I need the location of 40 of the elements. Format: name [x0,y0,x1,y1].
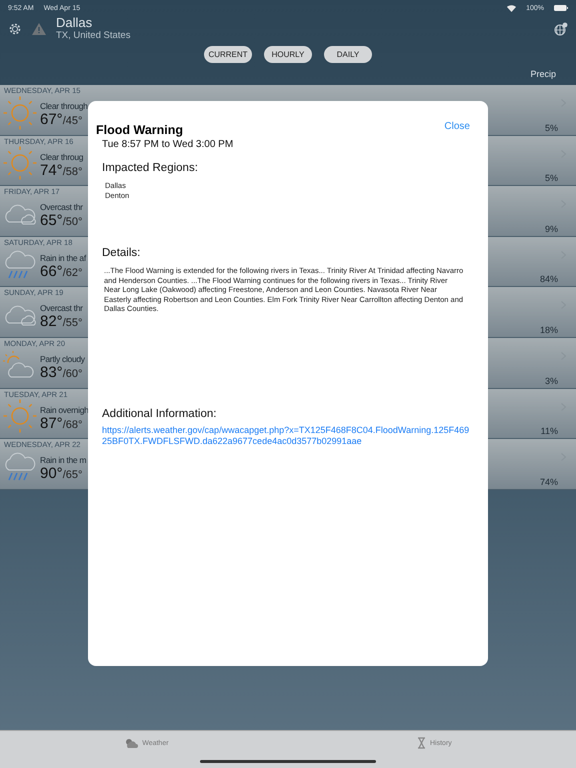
low-temp: /65° [62,469,82,482]
precip-value: 11% [540,426,558,436]
section-heading: Additional Information: [102,408,218,420]
low-temp: /45° [62,115,82,127]
precip-header: Precip [530,68,557,81]
high-temp: 82° [40,313,63,330]
low-temp: /62° [62,266,82,279]
high-temp: 66° [40,262,63,280]
high-temp: 74° [40,162,63,179]
alert-period: Tue 8:57 PM to Wed 3:00 PM [102,139,234,150]
low-temp: /50° [62,216,82,228]
precip-value: 74% [540,476,558,487]
low-temp: /60° [62,368,82,380]
day-summary: Rain in the m [40,455,86,466]
section-heading: Impacted Regions: [102,162,199,174]
day-summary: Overcast thr [40,202,83,212]
low-temp: /68° [62,418,82,431]
high-temp: 87° [40,414,63,432]
precip-value: 84% [540,274,558,284]
high-temp: 67° [40,111,63,128]
high-temp: 83° [40,364,63,381]
precip-value: 9% [544,224,558,234]
day-summary: Overcast thr [40,303,83,314]
precip-value: 3% [544,376,558,386]
day-summary: Clear through [40,101,88,111]
precip-value: 18% [540,324,558,335]
high-temp: 65° [40,212,63,230]
precip-value: 5% [544,173,558,184]
low-temp: /55° [62,317,82,330]
day-summary: Partly cloudy [40,354,85,364]
precip-value: 5% [544,122,558,133]
day-summary: Rain in the af [40,252,86,263]
high-temp: 90° [40,465,63,482]
section-heading: Details: [102,247,142,259]
day-summary: Rain overnigh [40,404,89,415]
alert-title: Flood Warning [96,123,184,137]
low-temp: /58° [62,166,82,178]
city-name: Dallas [56,16,94,30]
day-summary: Clear throug [40,152,84,162]
city-region: TX, United States [56,30,130,41]
